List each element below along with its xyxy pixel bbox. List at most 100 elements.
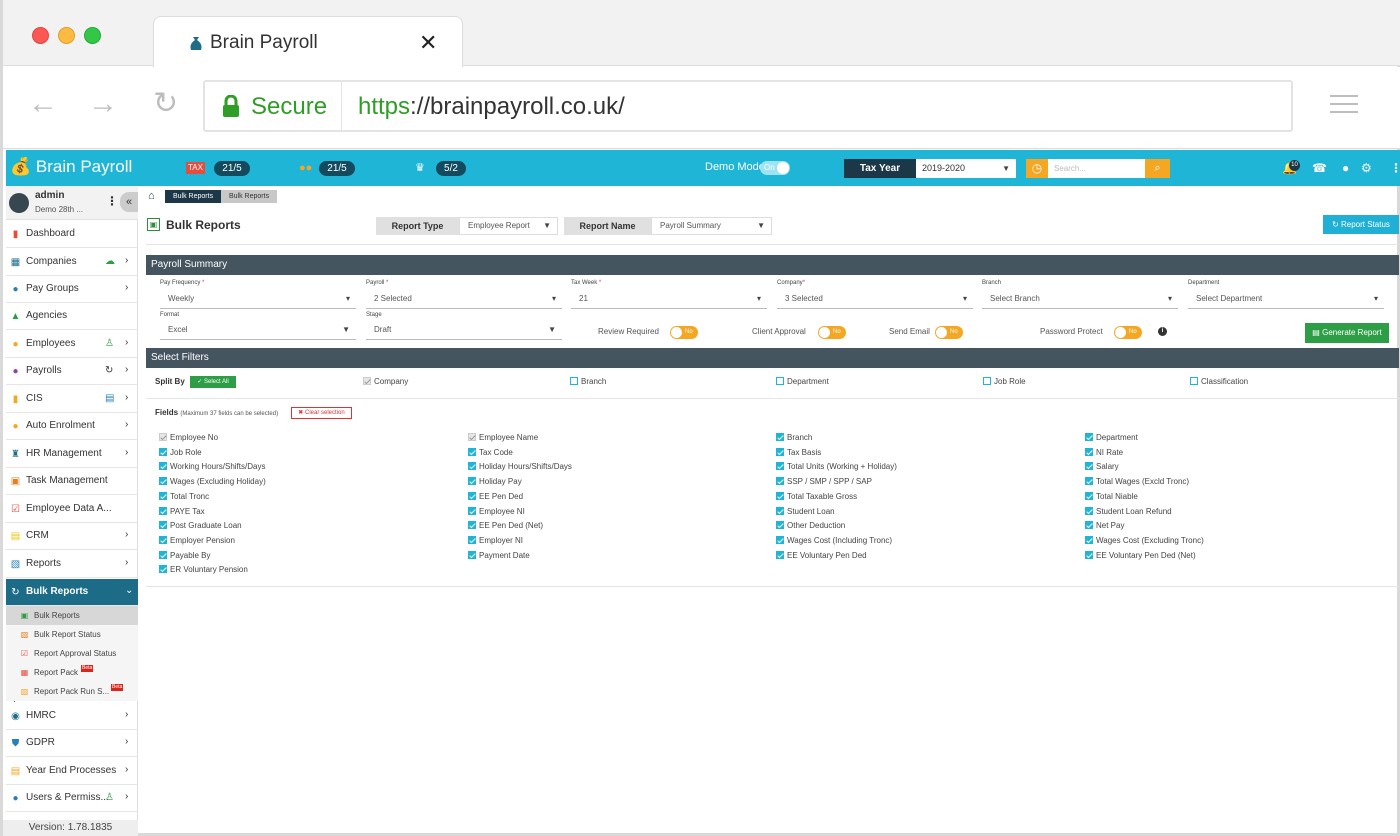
clock-icon[interactable]: ◷ [1026, 159, 1048, 178]
demo-mode-toggle[interactable]: On [760, 161, 790, 175]
field-checkbox[interactable] [468, 491, 476, 500]
split-by-checkbox[interactable] [983, 377, 991, 385]
sidebar-item-auto-enrolment[interactable]: ● Auto Enrolment › [6, 413, 138, 440]
field-checkbox[interactable] [159, 506, 167, 515]
close-tab-icon[interactable]: ✕ [419, 30, 437, 56]
sidebar-subitem-report-pack-run[interactable]: ▨ Report Pack Run S... Beta [6, 682, 138, 701]
address-bar[interactable]: Secure https://brainpayroll.co.uk/ [203, 80, 1293, 132]
sidebar-item-gdpr[interactable]: ⛊ GDPR › [6, 730, 138, 757]
field-checkbox[interactable] [159, 433, 167, 441]
sidebar-subitem-report-pack[interactable]: ▦ Report Pack Beta [6, 663, 138, 682]
split-by-checkbox[interactable] [570, 377, 578, 385]
field-checkbox[interactable] [468, 521, 476, 530]
report-status-button[interactable]: ↻ Report Status [1323, 215, 1399, 234]
hamburger-menu-icon[interactable] [1330, 95, 1358, 119]
company-select[interactable]: 3 Selected ▾ [777, 291, 973, 309]
sidebar-subitem-report-approval-status[interactable]: ☑ Report Approval Status [6, 644, 138, 663]
user-menu-icon[interactable]: ⋮ [106, 194, 118, 208]
tax-counter[interactable]: 21/5 [214, 161, 250, 176]
field-checkbox[interactable] [776, 433, 784, 441]
url-text[interactable]: https://brainpayroll.co.uk/ [358, 93, 625, 121]
select-all-button[interactable]: ✓ Select All [190, 376, 236, 388]
field-checkbox[interactable] [1085, 447, 1093, 456]
field-checkbox[interactable] [776, 521, 784, 530]
sidebar-item-payrolls[interactable]: ● Payrolls ↻ › [6, 358, 138, 385]
field-checkbox[interactable] [776, 506, 784, 515]
field-checkbox[interactable] [1085, 491, 1093, 500]
more-options-icon[interactable]: ⋮ [1390, 161, 1400, 175]
sidebar-item-dashboard[interactable]: ▮ Dashboard [6, 221, 138, 248]
field-checkbox[interactable] [1085, 462, 1093, 471]
sidebar-item-companies[interactable]: ▦ Companies ☁ › [6, 249, 138, 276]
field-checkbox[interactable] [468, 447, 476, 456]
send-email-toggle[interactable]: No [935, 326, 963, 339]
department-select[interactable]: Select Department ▾ [1188, 291, 1384, 309]
avatar[interactable] [9, 193, 29, 213]
field-checkbox[interactable] [1085, 521, 1093, 530]
tax-year-select[interactable]: 2019-2020 ▼ [916, 159, 1016, 178]
field-checkbox[interactable] [468, 535, 476, 544]
field-checkbox[interactable] [159, 477, 167, 486]
sidebar-item-employees[interactable]: ● Employees ♙ › [6, 331, 138, 358]
sidebar-item-crm[interactable]: ▤ CRM › [6, 523, 138, 550]
home-icon[interactable]: ⌂ [148, 190, 155, 202]
generate-report-button[interactable]: ▤ Generate Report [1305, 323, 1389, 343]
search-input[interactable]: Search... [1048, 159, 1145, 178]
sidebar-item-reports[interactable]: ▧ Reports › [6, 551, 138, 578]
field-checkbox[interactable] [159, 491, 167, 500]
sidebar-item-employee-data[interactable]: ☑ Employee Data A... [6, 496, 138, 523]
report-name-select[interactable]: Payroll Summary ▼ [651, 217, 772, 235]
field-checkbox[interactable] [776, 535, 784, 544]
browser-tab[interactable]: Brain Payroll ✕ [153, 16, 463, 67]
sidebar-item-task-management[interactable]: ▣ Task Management [6, 468, 138, 495]
sidebar-item-cis[interactable]: ▮ CIS ▤ › [6, 386, 138, 413]
sidebar-item-hmrc[interactable]: ◉ HMRC › [6, 703, 138, 730]
field-checkbox[interactable] [468, 433, 476, 441]
sidebar-item-agencies[interactable]: ▲ Agencies [6, 303, 138, 330]
breadcrumb-item[interactable]: Bulk Reports [165, 190, 222, 203]
field-checkbox[interactable] [1085, 506, 1093, 515]
branch-select[interactable]: Select Branch ▾ [982, 291, 1178, 309]
close-window-button[interactable] [32, 27, 49, 44]
reload-icon[interactable]: ↻ [153, 89, 178, 119]
sidebar-subitem-bulk-report-status[interactable]: ▧ Bulk Report Status [6, 625, 138, 644]
sidebar-subitem-bulk-reports[interactable]: ▣ Bulk Reports [6, 606, 138, 625]
tax-week-select[interactable]: 21 ▾ [571, 291, 767, 309]
sidebar-item-year-end[interactable]: ▤ Year End Processes › [6, 758, 138, 785]
brand-logo[interactable]: 💰 Brain Payroll [10, 157, 132, 177]
maximize-window-button[interactable] [84, 27, 101, 44]
field-checkbox[interactable] [159, 565, 167, 574]
user-icon[interactable]: ● [1342, 161, 1349, 175]
sidebar-item-bulk-reports[interactable]: ↻ Bulk Reports ⌄ [6, 579, 138, 606]
field-checkbox[interactable] [159, 521, 167, 530]
info-icon[interactable]: i [1158, 327, 1167, 336]
sidebar-item-hr-management[interactable]: ♜ HR Management › [6, 441, 138, 468]
format-select[interactable]: Excel ▼ [160, 322, 356, 340]
field-checkbox[interactable] [159, 550, 167, 559]
field-checkbox[interactable] [1085, 535, 1093, 544]
crown-counter[interactable]: 5/2 [436, 161, 466, 176]
field-checkbox[interactable] [776, 477, 784, 486]
field-checkbox[interactable] [1085, 550, 1093, 559]
sidebar-item-pay-groups[interactable]: ● Pay Groups › [6, 276, 138, 303]
sidebar-item-users[interactable]: ● Users & Permiss... ♙ › [6, 785, 138, 812]
pay-frequency-select[interactable]: Weekly ▾ [160, 291, 356, 309]
minimize-window-button[interactable] [58, 27, 75, 44]
search-icon[interactable]: ⌕ [1145, 159, 1170, 178]
settings-icon[interactable]: ⚙ [1361, 161, 1372, 175]
coins-counter[interactable]: 21/5 [319, 161, 355, 176]
back-arrow-icon[interactable]: ← [28, 89, 58, 119]
field-checkbox[interactable] [1085, 477, 1093, 486]
field-checkbox[interactable] [159, 462, 167, 471]
client-approval-toggle[interactable]: No [818, 326, 846, 339]
field-checkbox[interactable] [776, 462, 784, 471]
field-checkbox[interactable] [776, 491, 784, 500]
field-checkbox[interactable] [776, 550, 784, 559]
payroll-select[interactable]: 2 Selected ▾ [366, 291, 562, 309]
report-type-select[interactable]: Employee Report ▼ [459, 217, 558, 235]
field-checkbox[interactable] [468, 506, 476, 515]
field-checkbox[interactable] [468, 550, 476, 559]
field-checkbox[interactable] [468, 477, 476, 486]
split-by-checkbox[interactable] [776, 377, 784, 385]
field-checkbox[interactable] [468, 462, 476, 471]
